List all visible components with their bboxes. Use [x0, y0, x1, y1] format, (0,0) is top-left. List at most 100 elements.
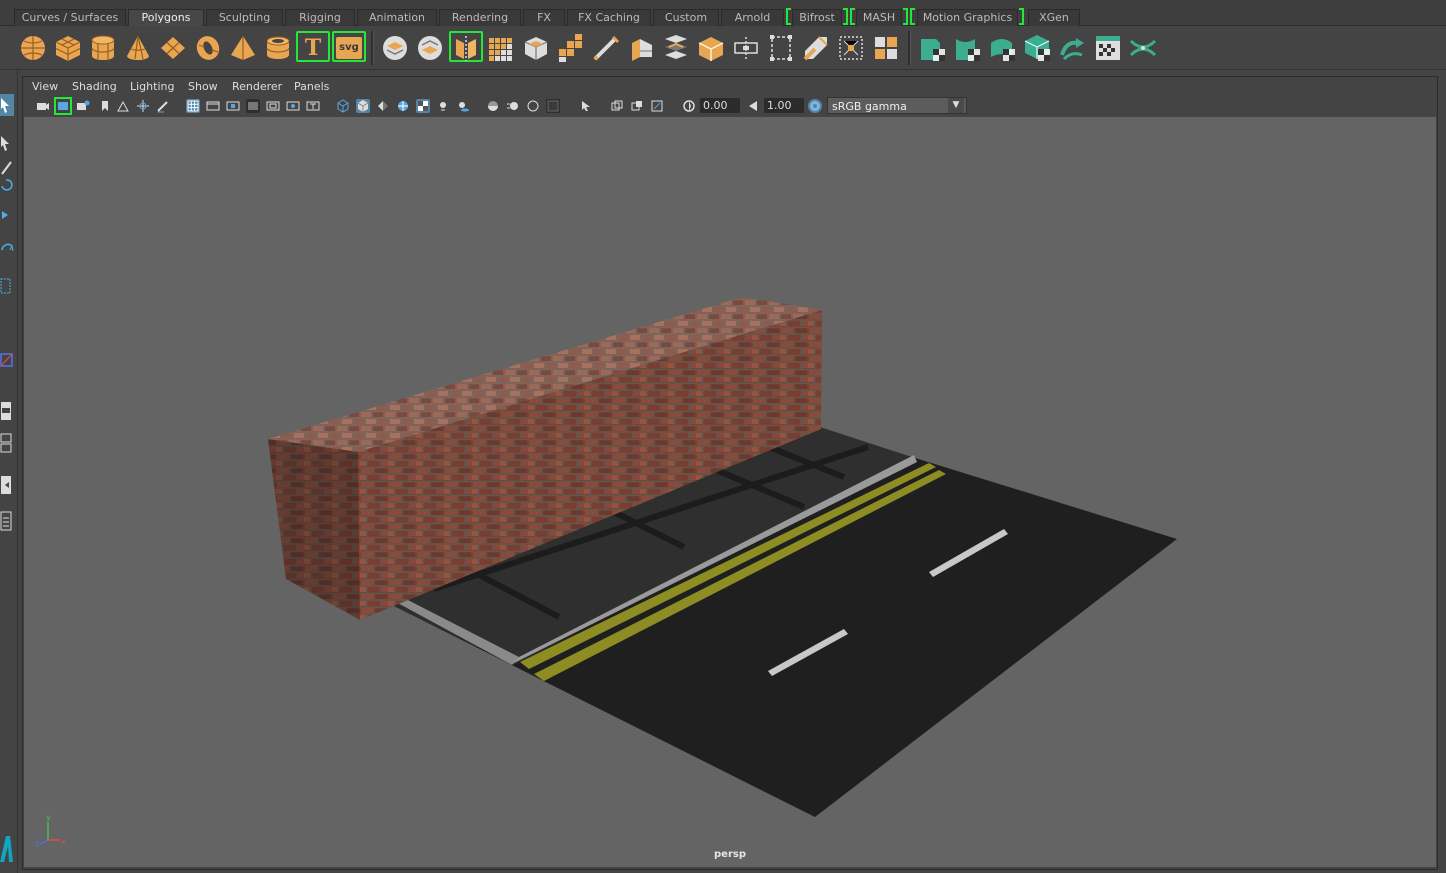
- poly-sphere-icon[interactable]: [18, 33, 48, 63]
- wireframe-on-shaded-icon[interactable]: [396, 99, 410, 113]
- two-d-pan-icon[interactable]: [136, 99, 150, 113]
- tab-rigging[interactable]: Rigging: [285, 9, 355, 26]
- tab-xgen[interactable]: XGen: [1028, 9, 1080, 26]
- use-all-lights-icon[interactable]: [436, 99, 450, 113]
- image-plane-icon[interactable]: [116, 99, 130, 113]
- multisample-aa-icon[interactable]: [526, 99, 540, 113]
- bevel-icon[interactable]: [591, 33, 621, 63]
- exposure-field[interactable]: 0.00: [700, 98, 740, 113]
- rotate-tool-icon[interactable]: [0, 204, 14, 226]
- unfold-uv-icon[interactable]: [988, 33, 1018, 63]
- tab-custom[interactable]: Custom: [653, 9, 719, 26]
- poly-pipe-icon[interactable]: [263, 33, 293, 63]
- color-space-dropdown[interactable]: sRGB gamma ▼: [827, 97, 967, 114]
- move-tool-icon[interactable]: [0, 174, 14, 196]
- tab-mash[interactable]: MASH: [856, 9, 902, 26]
- extrude-icon[interactable]: [521, 33, 551, 63]
- outliner-icon[interactable]: [0, 350, 14, 372]
- poly-cube-icon[interactable]: [53, 33, 83, 63]
- poly-cone-icon[interactable]: [123, 33, 153, 63]
- layout-four-icon[interactable]: [0, 432, 14, 454]
- sew-uv-icon[interactable]: [953, 33, 983, 63]
- gamma-icon[interactable]: [746, 99, 760, 113]
- shadows-icon[interactable]: [456, 99, 470, 113]
- tab-polygons[interactable]: Polygons: [128, 9, 204, 26]
- poly-pyramid-icon[interactable]: [228, 33, 258, 63]
- default-material-icon[interactable]: [376, 99, 390, 113]
- target-weld-icon[interactable]: [661, 33, 691, 63]
- depth-of-field-icon[interactable]: [546, 99, 560, 113]
- poly-plane-icon[interactable]: [158, 33, 188, 63]
- wireframe-icon[interactable]: [336, 99, 350, 113]
- tab-curves-surfaces[interactable]: Curves / Surfaces: [14, 9, 126, 26]
- tab-bifrost[interactable]: Bifrost: [792, 9, 842, 26]
- screen-space-ao-icon[interactable]: [486, 99, 500, 113]
- append-poly-icon[interactable]: [696, 33, 726, 63]
- uv-editor-icon[interactable]: [801, 33, 831, 63]
- exposure-icon[interactable]: [682, 99, 696, 113]
- grease-pencil-icon[interactable]: [156, 99, 170, 113]
- tab-sculpting[interactable]: Sculpting: [206, 9, 283, 26]
- camera-attributes-icon[interactable]: [54, 97, 72, 115]
- menu-lighting[interactable]: Lighting: [130, 80, 174, 93]
- fill-hole-icon[interactable]: [731, 33, 761, 63]
- layout-stack-icon[interactable]: [0, 510, 14, 532]
- bridge-icon[interactable]: [556, 33, 586, 63]
- field-chart-icon[interactable]: [266, 99, 280, 113]
- layout-side-icon[interactable]: [0, 474, 14, 496]
- multi-cut-icon[interactable]: [626, 33, 656, 63]
- menu-shading[interactable]: Shading: [72, 80, 117, 93]
- tab-animation[interactable]: Animation: [357, 9, 437, 26]
- last-tool-icon[interactable]: [0, 276, 14, 298]
- xray-icon[interactable]: [610, 99, 624, 113]
- tab-motion-graphics[interactable]: Motion Graphics: [917, 9, 1018, 26]
- isolate-select-icon[interactable]: [580, 99, 594, 113]
- tab-arnold[interactable]: Arnold: [721, 9, 784, 26]
- film-gate-icon[interactable]: [206, 99, 220, 113]
- planar-uv-icon[interactable]: [836, 33, 866, 63]
- combine-icon[interactable]: [380, 33, 410, 63]
- poly-torus-icon[interactable]: [193, 33, 223, 63]
- menu-panels[interactable]: Panels: [294, 80, 329, 93]
- scale-tool-icon[interactable]: [0, 236, 14, 258]
- checker-map-icon[interactable]: [1093, 33, 1123, 63]
- distribute-uv-icon[interactable]: [1058, 33, 1088, 63]
- cut-uv-icon[interactable]: [918, 33, 948, 63]
- bookmark-camera-icon[interactable]: [76, 99, 90, 113]
- type-text-icon[interactable]: T: [298, 33, 328, 63]
- menu-show[interactable]: Show: [188, 80, 218, 93]
- lasso-tool-icon[interactable]: [0, 132, 14, 154]
- viewport-persp[interactable]: y x z persp: [24, 117, 1436, 867]
- tab-rendering[interactable]: Rendering: [439, 9, 521, 26]
- mirror-icon[interactable]: [451, 33, 481, 63]
- resolution-gate-icon[interactable]: [226, 99, 240, 113]
- symmetrize-uv-icon[interactable]: [1128, 33, 1158, 63]
- xray-joints-icon[interactable]: [630, 99, 644, 113]
- poly-cylinder-icon[interactable]: [88, 33, 118, 63]
- layout-uv-icon[interactable]: [1023, 33, 1053, 63]
- tab-fx[interactable]: FX: [523, 9, 565, 26]
- quad-draw-icon[interactable]: [766, 33, 796, 63]
- motion-blur-icon[interactable]: [506, 99, 520, 113]
- layout-single-icon[interactable]: [0, 400, 14, 422]
- menu-renderer[interactable]: Renderer: [232, 80, 282, 93]
- scene-canvas[interactable]: y x z: [24, 117, 1436, 867]
- gamma-field[interactable]: 1.00: [764, 98, 804, 113]
- safe-title-icon[interactable]: [306, 99, 320, 113]
- xray-active-icon[interactable]: [650, 99, 664, 113]
- bookmark-icon[interactable]: [98, 99, 112, 113]
- view-transform-icon[interactable]: [808, 99, 822, 113]
- camera-select-icon[interactable]: [36, 99, 50, 113]
- textured-icon[interactable]: [416, 99, 430, 113]
- smooth-icon[interactable]: [486, 33, 516, 63]
- safe-action-icon[interactable]: [286, 99, 300, 113]
- tab-fx-caching[interactable]: FX Caching: [567, 9, 651, 26]
- grid-toggle-icon[interactable]: [186, 99, 200, 113]
- gate-mask-icon[interactable]: [246, 99, 260, 113]
- svg-icon[interactable]: svg: [336, 37, 362, 59]
- separate-icon[interactable]: [415, 33, 445, 63]
- select-tool-icon[interactable]: [0, 94, 14, 116]
- automatic-uv-icon[interactable]: [871, 33, 901, 63]
- menu-view[interactable]: View: [32, 80, 58, 93]
- smooth-shade-icon[interactable]: [356, 99, 370, 113]
